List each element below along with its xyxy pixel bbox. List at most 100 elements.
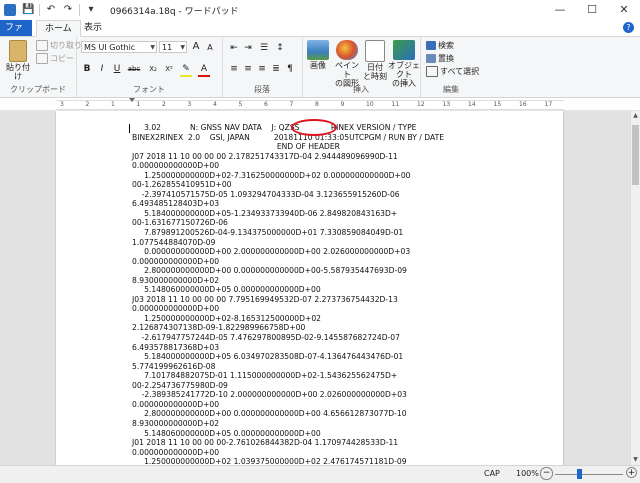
- superscript-button[interactable]: X²: [162, 63, 176, 75]
- wordpad-app-icon[interactable]: [4, 4, 16, 16]
- ruler-tick-label: 4: [213, 101, 217, 108]
- close-button[interactable]: ✕: [608, 0, 640, 20]
- ruler-tick-label: 10: [366, 101, 374, 108]
- paste-button[interactable]: 貼り付け: [3, 40, 33, 81]
- line-spacing-icon[interactable]: ↕: [274, 42, 286, 54]
- ruler-tick-label: 12: [417, 101, 425, 108]
- undo-icon[interactable]: ↶: [45, 4, 57, 16]
- font-size-select[interactable]: 11 ▼: [159, 41, 187, 53]
- maximize-button[interactable]: ☐: [576, 0, 608, 20]
- align-right-icon[interactable]: ≡: [256, 63, 268, 75]
- document-workspace: 3.02 N: GNSS NAV DATA J: QZSS RINEX VERS…: [0, 111, 630, 465]
- tab-file[interactable]: ファイル: [0, 20, 32, 49]
- qat-customize-icon[interactable]: ▾: [85, 4, 97, 16]
- zoom-in-button[interactable]: +: [626, 467, 637, 478]
- ruler-tick-label: 9: [340, 101, 345, 108]
- replace-label: 置換: [438, 54, 454, 63]
- subscript-button[interactable]: X₂: [146, 63, 160, 75]
- paint-palette-icon: [336, 40, 358, 60]
- align-left-icon[interactable]: ≡: [228, 63, 240, 75]
- scissors-icon: [36, 40, 48, 51]
- tab-view[interactable]: 表示: [76, 20, 110, 36]
- ruler-tick-label: 13: [442, 101, 451, 108]
- document-text[interactable]: 3.02 N: GNSS NAV DATA J: QZSS RINEX VERS…: [132, 123, 444, 465]
- bullet-list-icon[interactable]: ☰: [258, 42, 270, 54]
- select-all-label: すべて選択: [440, 67, 480, 76]
- bold-button[interactable]: B: [81, 63, 93, 75]
- ruler-tick-label: 14: [468, 101, 476, 108]
- indent-marker[interactable]: [129, 98, 135, 102]
- picture-button[interactable]: 画像: [304, 40, 332, 70]
- copy-button[interactable]: コピー: [36, 53, 74, 64]
- document-page[interactable]: 3.02 N: GNSS NAV DATA J: QZSS RINEX VERS…: [56, 111, 563, 465]
- align-center-icon[interactable]: ≡: [242, 63, 254, 75]
- qat-separator: [39, 4, 40, 16]
- ruler-tick-label: 6: [264, 101, 268, 108]
- replace-button[interactable]: 置換: [426, 53, 454, 64]
- ruler-tick-label: 17: [544, 101, 553, 108]
- zoom-slider-thumb[interactable]: [577, 469, 582, 479]
- paragraph-settings-icon[interactable]: ¶: [284, 63, 296, 75]
- window-title: 0966314a.18q - ワードパッド: [110, 7, 239, 17]
- ribbon-tabs: ファイル ホーム 表示 ?: [0, 20, 640, 49]
- scroll-thumb[interactable]: [632, 125, 639, 185]
- status-bar: CAP 100% − +: [0, 465, 640, 483]
- binoculars-icon: [426, 41, 436, 50]
- ruler-tick-label: 3: [187, 101, 192, 108]
- copy-icon: [36, 53, 48, 64]
- chevron-down-icon: ▼: [180, 44, 185, 51]
- insert-object-button[interactable]: オブジェクト の挿入: [388, 40, 420, 88]
- paragraph-group-label: 段落: [254, 85, 270, 94]
- ruler-tick-label: 11: [391, 101, 400, 108]
- qat-separator: [79, 4, 80, 16]
- paint-label-1: ペイント: [335, 61, 359, 79]
- strikethrough-button[interactable]: abc: [126, 63, 142, 75]
- underline-button[interactable]: U: [111, 63, 123, 75]
- justify-icon[interactable]: ≣: [270, 63, 282, 75]
- ruler-tick-label: 2: [162, 101, 166, 108]
- ruler-tick-label: 3: [60, 101, 64, 108]
- ribbon: 貼り付け 切り取り コピー クリップボード MS UI Gothic ▼ 11 ▼ …: [0, 37, 640, 98]
- help-icon[interactable]: ?: [623, 22, 634, 33]
- ruler-tick-label: 16: [519, 101, 527, 108]
- shrink-font-button[interactable]: A: [204, 42, 216, 54]
- replace-icon: [426, 54, 436, 63]
- ruler[interactable]: 3 2 1 1 2 3 4 5 6 7 8 9 10 11 12 13 14 15 16 17: [0, 98, 640, 111]
- window-controls: — ☐ ✕: [544, 0, 640, 20]
- grow-font-button[interactable]: A: [190, 41, 202, 53]
- font-family-select[interactable]: MS UI Gothic ▼: [81, 41, 157, 53]
- date-time-button[interactable]: 日付 と時刻: [362, 40, 388, 81]
- caps-lock-indicator: CAP: [484, 469, 500, 478]
- zoom-out-button[interactable]: −: [540, 467, 553, 480]
- object-label-1: オブジェクト: [388, 61, 420, 79]
- paste-icon: [9, 40, 27, 62]
- highlight-color-icon[interactable]: ✎: [180, 63, 192, 77]
- ruler-tick-label: 8: [315, 101, 319, 108]
- find-button[interactable]: 検索: [426, 40, 454, 51]
- edit-group-label: 編集: [443, 85, 459, 94]
- insert-group-label: 挿入: [353, 85, 369, 94]
- tab-home[interactable]: ホーム: [36, 20, 81, 37]
- copy-label: コピー: [50, 54, 74, 63]
- zoom-level: 100%: [516, 469, 539, 478]
- increase-indent-icon[interactable]: ⇥: [242, 42, 254, 54]
- scroll-up-icon[interactable]: ▲: [631, 111, 640, 121]
- redo-icon[interactable]: ↷: [62, 4, 74, 16]
- select-all-button[interactable]: すべて選択: [426, 66, 479, 77]
- ruler-tick-label: 2: [85, 101, 90, 108]
- title-bar: 💾 ↶ ↷ ▾ 0966314a.18q - ワードパッド — ☐ ✕: [0, 0, 640, 21]
- save-icon[interactable]: 💾: [22, 4, 34, 16]
- zoom-slider-track[interactable]: [555, 474, 623, 475]
- font-group-label: フォント: [133, 85, 165, 94]
- highlight-annotation-circle: [291, 119, 337, 136]
- paint-drawing-button[interactable]: ペイント の図形: [332, 40, 362, 88]
- ruler-tick-label: 7: [289, 101, 294, 108]
- minimize-button[interactable]: —: [544, 0, 576, 20]
- ruler-tick-label: 15: [493, 101, 502, 108]
- vertical-scrollbar[interactable]: ▲ ▼: [630, 111, 640, 465]
- decrease-indent-icon[interactable]: ⇤: [228, 42, 240, 54]
- font-color-icon[interactable]: A: [198, 63, 210, 77]
- find-label: 検索: [438, 41, 454, 50]
- italic-button[interactable]: I: [96, 63, 108, 75]
- scroll-down-icon[interactable]: ▼: [631, 455, 640, 465]
